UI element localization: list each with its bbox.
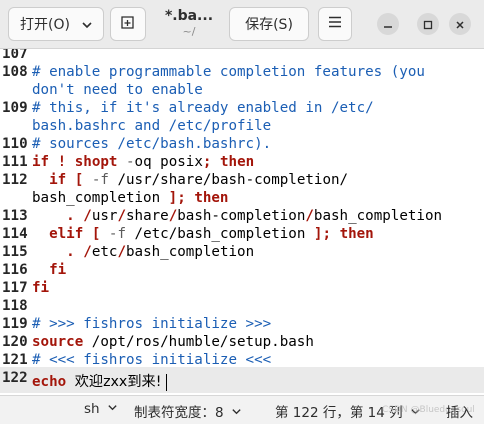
editor-line: 110 # sources /etc/bash.bashrc).	[0, 135, 484, 153]
insert-mode-label: 插入	[446, 405, 473, 421]
editor-line: 109 # this, if it's already enabled in /…	[0, 99, 484, 117]
new-tab-icon	[120, 14, 136, 34]
save-button[interactable]: 保存(S)	[229, 7, 309, 41]
editor-line: 111 if ! shopt -oq posix; then	[0, 153, 484, 171]
save-button-label: 保存(S)	[245, 17, 293, 33]
editor-line: 112 if [ -f /usr/share/bash-completion/	[0, 171, 484, 189]
text-cursor	[166, 373, 168, 391]
language-label: sh	[84, 401, 100, 417]
code-text: fi	[49, 262, 67, 278]
document-name: *.ba...	[164, 8, 214, 24]
current-line: 122 echo 欢迎zxx到来!	[0, 367, 484, 393]
editor-line-wrap: bash.bashrc and /etc/profile	[0, 117, 484, 135]
header-bar: 打开(O) *.ba... ~/ 保存(S)	[0, 0, 484, 49]
tab-width-label: 制表符宽度：8	[134, 405, 224, 421]
close-icon	[455, 15, 465, 34]
open-button-label: 打开(O)	[20, 17, 70, 33]
code-comment: # enable programmable completion feature…	[32, 64, 425, 80]
editor-line: 107	[0, 49, 484, 63]
status-bar: sh 制表符宽度：8 第 122 行，第 14 列 CSDN @Bluedges…	[0, 395, 484, 424]
code-text: . /etc/bash_completion	[66, 244, 255, 260]
code-comment: # >>> fishros initialize >>>	[32, 316, 272, 332]
minimize-button[interactable]	[377, 13, 399, 35]
line-number: 122	[2, 370, 28, 386]
code-text: bash_completion ]; then	[32, 190, 229, 206]
chevron-down-icon	[107, 401, 118, 417]
close-button[interactable]	[449, 13, 471, 35]
line-number: 112	[2, 172, 28, 188]
editor-line: 117 fi	[0, 279, 484, 297]
editor-line: 118	[0, 297, 484, 315]
code-comment: # sources /etc/bash.bashrc).	[32, 136, 272, 152]
code-text: source /opt/ros/humble/setup.bash	[32, 334, 314, 350]
code-text: . /usr/share/bash-completion/bash_comple…	[66, 208, 443, 224]
editor-line: 113 . /usr/share/bash-completion/bash_co…	[0, 207, 484, 225]
editor-line: 119 # >>> fishros initialize >>>	[0, 315, 484, 333]
minimize-icon	[383, 15, 393, 34]
chevron-down-icon	[231, 405, 242, 421]
vertical-scrollbar[interactable]	[480, 49, 484, 395]
line-number: 109	[2, 100, 28, 116]
new-tab-button[interactable]	[110, 7, 146, 41]
code-comment: bash.bashrc and /etc/profile	[32, 118, 272, 134]
editor-line: 115 . /etc/bash_completion	[0, 243, 484, 261]
line-number: 118	[2, 298, 28, 314]
code-text: elif [ -f /etc/bash_completion ]; then	[49, 226, 374, 242]
line-number: 114	[2, 226, 28, 242]
tab-width-selector[interactable]: 制表符宽度：8	[134, 401, 242, 421]
menu-button[interactable]	[318, 7, 352, 41]
language-selector[interactable]: sh	[84, 401, 118, 417]
line-number: 110	[2, 136, 28, 152]
hamburger-menu-icon	[328, 16, 342, 32]
text-editor[interactable]: 107 108 # enable programmable completion…	[0, 49, 484, 395]
editor-line: 114 elif [ -f /etc/bash_completion ]; th…	[0, 225, 484, 243]
editor-line: 116 fi	[0, 261, 484, 279]
open-button[interactable]: 打开(O)	[8, 7, 104, 41]
maximize-button[interactable]	[417, 13, 439, 35]
document-title: *.ba... ~/	[150, 7, 228, 39]
editor-line: 120 source /opt/ros/humble/setup.bash	[0, 333, 484, 351]
line-number: 117	[2, 280, 28, 296]
line-number: 111	[2, 154, 28, 170]
code-text: if ! shopt -oq posix; then	[32, 154, 255, 170]
line-number: 115	[2, 244, 28, 260]
chevron-down-icon	[81, 19, 93, 35]
line-number: 107	[2, 49, 28, 62]
insert-mode-indicator[interactable]: 插入	[446, 401, 473, 421]
code-comment: # this, if it's already enabled in /etc/	[32, 100, 374, 116]
line-number: 113	[2, 208, 28, 224]
code-comment: don't need to enable	[32, 82, 203, 98]
line-number: 108	[2, 64, 28, 80]
document-path: ~/	[182, 25, 196, 38]
editor-line-wrap: bash_completion ]; then	[0, 189, 484, 207]
editor-line-wrap: don't need to enable	[0, 81, 484, 99]
maximize-icon	[423, 15, 433, 34]
code-text: if [ -f /usr/share/bash-completion/	[49, 172, 349, 188]
line-number: 119	[2, 316, 28, 332]
editor-line: 108 # enable programmable completion fea…	[0, 63, 484, 81]
line-number: 120	[2, 334, 28, 350]
code-text: echo 欢迎zxx到来!	[32, 373, 168, 391]
code-keyword: fi	[32, 280, 50, 296]
line-number: 116	[2, 262, 28, 278]
